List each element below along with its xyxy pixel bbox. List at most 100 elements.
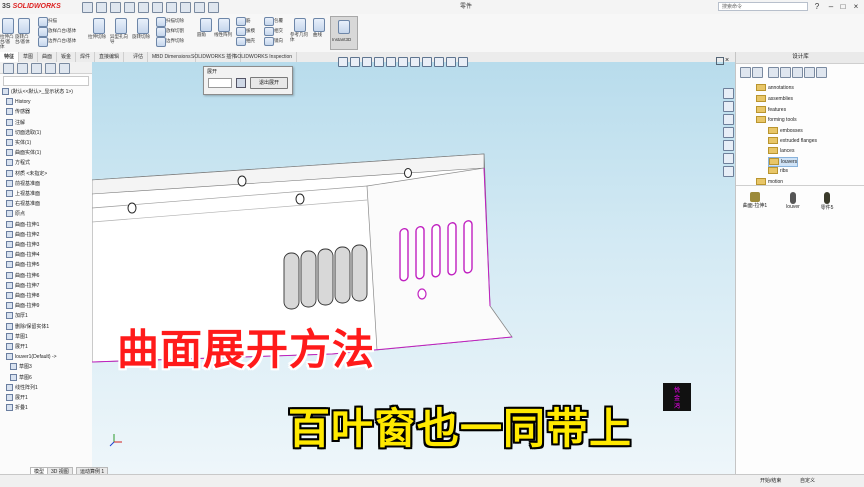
tree-item[interactable]: 切面选取(1) — [6, 128, 41, 137]
tree-item[interactable]: 删除/保留实体1 — [6, 322, 49, 331]
tree-item[interactable]: 曲面-拉伸7 — [6, 281, 39, 290]
add-to-library-icon[interactable] — [768, 67, 779, 78]
tab-features[interactable]: 特征 — [0, 52, 20, 62]
exit-unfold-button[interactable]: 退出展开 — [250, 77, 288, 89]
property-manager-icon[interactable] — [17, 63, 28, 74]
sweep-icon[interactable] — [38, 17, 48, 27]
extrude-cut-icon[interactable] — [93, 18, 105, 34]
extrude-boss-icon[interactable] — [2, 18, 14, 34]
tree-item[interactable]: (默认<<默认>_显示状态 1>) — [2, 88, 73, 96]
rib-icon[interactable] — [236, 17, 246, 26]
tree-item-lances[interactable]: lances — [768, 147, 794, 155]
tree-item[interactable]: 展开1 — [6, 343, 28, 351]
hole-wizard-icon[interactable] — [115, 18, 127, 34]
zoom-area-icon[interactable] — [350, 57, 360, 67]
tree-item[interactable]: 实体(1) — [6, 139, 31, 147]
viewport-close-icon[interactable]: × — [725, 57, 729, 64]
tree-item-forming-tools[interactable]: forming tools — [756, 116, 797, 124]
tree-item[interactable]: 草图6 — [10, 373, 32, 382]
shell-icon[interactable] — [236, 37, 246, 46]
reference-geometry-icon[interactable] — [294, 18, 306, 32]
tree-item[interactable]: History — [6, 98, 31, 106]
tree-item[interactable]: 曲面-拉伸9 — [6, 302, 39, 310]
tab-surfaces[interactable]: 曲面 — [38, 52, 58, 62]
tab-weldments[interactable]: 焊件 — [76, 52, 96, 62]
open-icon[interactable] — [110, 2, 121, 13]
tree-item[interactable]: 上视基准面 — [6, 190, 40, 198]
tree-item-extruded-flanges[interactable]: extruded flanges — [768, 137, 817, 145]
forward-icon[interactable] — [752, 67, 763, 78]
home-icon[interactable] — [82, 2, 93, 13]
new-icon[interactable] — [96, 2, 107, 13]
boundary-boss-icon[interactable] — [38, 37, 48, 47]
tree-item[interactable]: 右视基准面 — [6, 200, 40, 208]
print-icon[interactable] — [138, 2, 149, 13]
tree-item[interactable]: 曲面实体(1) — [6, 149, 41, 157]
dimxpert-icon[interactable] — [45, 63, 56, 74]
minimize-button[interactable]: – — [826, 1, 836, 12]
tree-item[interactable]: 线性阵列1 — [6, 383, 38, 392]
tree-item-assemblies[interactable]: assemblies — [756, 95, 793, 103]
tab-sketch[interactable]: 草图 — [19, 52, 39, 62]
tree-item[interactable]: 折叠1 — [6, 404, 28, 412]
revolve-boss-icon[interactable] — [18, 18, 30, 34]
tree-item[interactable]: 曲面-拉伸1 — [6, 220, 39, 229]
tree-filter-input[interactable] — [3, 76, 89, 86]
palette-item-part5[interactable]: 零件5 — [812, 192, 842, 211]
custom-properties-icon[interactable] — [723, 153, 734, 164]
view-settings-icon[interactable] — [458, 57, 468, 67]
curves-icon[interactable] — [313, 18, 325, 32]
help-icon[interactable]: ? — [812, 1, 822, 12]
section-view-icon[interactable] — [374, 57, 384, 67]
viewport-restore-icon[interactable] — [716, 57, 724, 65]
palette-item-surface-extrude[interactable]: 曲面-拉伸1 — [740, 192, 770, 209]
zoom-to-fit-icon[interactable] — [338, 57, 348, 67]
tree-item-louvers[interactable]: louvers — [768, 157, 799, 167]
tree-item[interactable]: 注解 — [6, 118, 25, 127]
select-icon[interactable] — [166, 2, 177, 13]
up-icon[interactable] — [816, 67, 827, 78]
options-icon[interactable] — [208, 2, 219, 13]
config-manager-icon[interactable] — [31, 63, 42, 74]
edit-appearance-icon[interactable] — [434, 57, 444, 67]
appearances-icon[interactable] — [723, 140, 734, 151]
draft-icon[interactable] — [236, 27, 246, 36]
dynamic-annotation-icon[interactable] — [386, 57, 396, 67]
forum-icon[interactable] — [723, 166, 734, 177]
loft-icon[interactable] — [38, 27, 48, 37]
display-style-icon[interactable] — [410, 57, 420, 67]
linear-pattern-icon[interactable] — [218, 18, 230, 32]
add-location-icon[interactable] — [780, 67, 791, 78]
tree-item[interactable]: 曲面-拉伸6 — [6, 271, 39, 280]
swept-cut-icon[interactable] — [156, 17, 166, 27]
tree-item[interactable]: 原点 — [6, 210, 25, 218]
rebuild-icon[interactable] — [180, 2, 191, 13]
mirror-icon[interactable] — [264, 37, 274, 46]
wrap-icon[interactable] — [264, 17, 274, 26]
tree-item[interactable]: 前视基准面 — [6, 179, 40, 188]
restore-button[interactable]: □ — [838, 1, 848, 12]
intersect-icon[interactable] — [264, 27, 274, 36]
tree-item[interactable]: 草图3 — [10, 363, 32, 371]
resources-icon[interactable] — [723, 88, 734, 99]
instant3d-button[interactable]: Instant3D — [330, 16, 358, 50]
design-library-icon[interactable] — [723, 101, 734, 112]
tree-item[interactable]: 曲面-拉伸2 — [6, 230, 39, 239]
revolve-cut-icon[interactable] — [137, 18, 149, 34]
display-manager-icon[interactable] — [59, 63, 70, 74]
refresh-icon[interactable] — [804, 67, 815, 78]
file-explorer-icon[interactable] — [723, 114, 734, 125]
close-button[interactable]: × — [851, 1, 861, 12]
status-item[interactable]: 自定义 — [800, 477, 815, 484]
tree-item-ribs[interactable]: ribs — [768, 167, 788, 175]
tab-sheet-metal[interactable]: 钣金 — [57, 52, 77, 62]
tree-item-features[interactable]: features — [756, 106, 786, 114]
boundary-cut-icon[interactable] — [156, 37, 166, 47]
tree-item[interactable]: 曲面-拉伸4 — [6, 251, 39, 259]
previous-view-icon[interactable] — [362, 57, 372, 67]
palette-item-louver[interactable]: louver — [778, 192, 808, 210]
tree-item[interactable]: 草图1 — [6, 332, 28, 341]
new-folder-icon[interactable] — [792, 67, 803, 78]
undo-icon[interactable] — [152, 2, 163, 13]
search-input[interactable]: 搜索命令 — [718, 2, 808, 11]
